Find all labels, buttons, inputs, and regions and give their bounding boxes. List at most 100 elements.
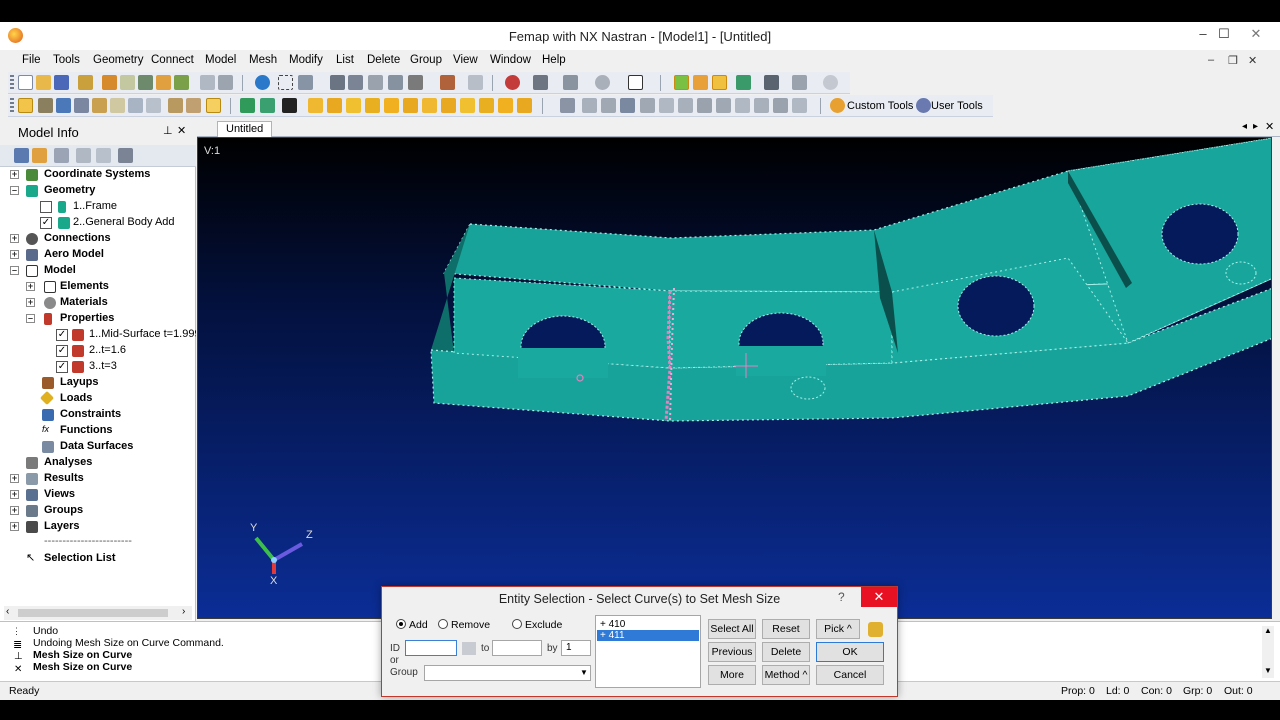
table-icon[interactable] — [620, 98, 635, 113]
post-data-icon[interactable] — [505, 75, 520, 90]
layout-icon[interactable] — [640, 98, 655, 113]
view-options-icon[interactable] — [348, 75, 363, 90]
dialog-help-button[interactable]: ? — [838, 590, 845, 604]
geometry-toolbox-icon[interactable] — [308, 98, 323, 113]
api-icon[interactable] — [92, 98, 107, 113]
mdi-restore-button[interactable]: ❐ — [1228, 54, 1238, 67]
mode-exclude-radio[interactable]: Exclude — [512, 619, 562, 631]
visibility-checkbox[interactable]: ✓ — [40, 217, 52, 229]
grid-icon[interactable] — [764, 75, 779, 90]
menu-connect[interactable]: Connect — [151, 54, 194, 66]
open-folder-icon[interactable] — [36, 75, 51, 90]
menu-view[interactable]: View — [453, 54, 478, 66]
mode-add-radio[interactable]: Add — [396, 619, 428, 631]
tree-tools-icon[interactable] — [118, 148, 133, 163]
scroll-thumb[interactable] — [18, 609, 168, 617]
tab-untitled[interactable]: Untitled — [217, 121, 273, 138]
expand-icon[interactable]: + — [10, 234, 19, 243]
snap-grid-icon[interactable] — [773, 98, 788, 113]
delete-button[interactable]: Delete — [762, 642, 810, 662]
menu-delete[interactable]: Delete — [367, 54, 400, 66]
menu-window[interactable]: Window — [490, 54, 531, 66]
visibility-checkbox[interactable]: ✓ — [56, 361, 68, 373]
solid-icon[interactable] — [346, 98, 361, 113]
import-icon[interactable] — [102, 75, 117, 90]
charting-icon[interactable] — [110, 98, 125, 113]
surface-icon[interactable] — [384, 98, 399, 113]
select-active-icon[interactable] — [674, 75, 689, 90]
more-button[interactable]: More — [708, 665, 756, 685]
pane-icon[interactable] — [186, 98, 201, 113]
scroll-left-icon[interactable]: ‹ — [6, 606, 9, 617]
group-icon[interactable] — [697, 98, 712, 113]
messages-scrollbar[interactable]: ▲ ▼ — [1262, 626, 1274, 678]
menu-model[interactable]: Model — [205, 54, 236, 66]
export-icon[interactable] — [156, 75, 171, 90]
expand-icon[interactable]: + — [10, 506, 19, 515]
text-icon[interactable] — [365, 98, 380, 113]
tab-scroll-right-icon[interactable]: ▸ — [1253, 121, 1258, 132]
expand-icon[interactable]: + — [10, 490, 19, 499]
offset-icon[interactable] — [517, 98, 532, 113]
split-icon[interactable] — [479, 98, 494, 113]
filter-icon[interactable] — [736, 75, 751, 90]
by-input[interactable]: 1 — [561, 640, 591, 656]
volume-icon[interactable] — [403, 98, 418, 113]
dialog-close-button[interactable]: ✕ — [861, 587, 897, 607]
expand-icon[interactable]: + — [26, 298, 35, 307]
snap-icon[interactable] — [712, 75, 727, 90]
visibility-checkbox[interactable] — [40, 201, 52, 213]
selected-ids-list[interactable]: + 410 + 411 — [595, 615, 701, 688]
close-view-icon[interactable] — [823, 75, 838, 90]
tab-close-icon[interactable]: ✕ — [1265, 120, 1274, 133]
connection-editor-icon[interactable] — [128, 98, 143, 113]
viewport-scrollbar[interactable] — [1272, 137, 1280, 619]
order-icon[interactable] — [735, 98, 750, 113]
pointer-icon[interactable] — [868, 622, 883, 637]
dialog-title-bar[interactable]: Entity Selection - Select Curve(s) to Se… — [382, 587, 897, 611]
tree-collapse-icon[interactable] — [96, 148, 111, 163]
analysis-icon[interactable] — [174, 75, 189, 90]
link-icon[interactable] — [78, 75, 93, 90]
analysis-monitor-icon[interactable] — [146, 98, 161, 113]
expand-icon[interactable]: + — [10, 250, 19, 259]
sweep-icon[interactable] — [498, 98, 513, 113]
method-button[interactable]: Method ^ — [762, 665, 810, 685]
menu-help[interactable]: Help — [542, 54, 566, 66]
menu-mesh[interactable]: Mesh — [249, 54, 277, 66]
rotate-icon[interactable] — [255, 75, 270, 90]
collapse-icon[interactable]: – — [10, 266, 19, 275]
user-tools-icon[interactable] — [916, 98, 931, 113]
previous-button[interactable]: Previous — [708, 642, 756, 662]
arrange-icon[interactable] — [659, 98, 674, 113]
mesh-size-icon[interactable] — [260, 98, 275, 113]
messages-pin-icon[interactable]: ⊥ — [14, 651, 23, 662]
trim-icon[interactable] — [441, 98, 456, 113]
expand-icon[interactable]: + — [10, 170, 19, 179]
data-table-icon[interactable] — [56, 98, 71, 113]
geometry-icon[interactable] — [120, 75, 135, 90]
new-file-icon[interactable] — [18, 75, 33, 90]
workplane-icon[interactable] — [792, 75, 807, 90]
mode-remove-radio[interactable]: Remove — [438, 619, 490, 631]
ok-button[interactable]: OK — [816, 642, 884, 662]
ungroup-icon[interactable] — [716, 98, 731, 113]
collapse-icon[interactable]: – — [26, 314, 35, 323]
reset-button[interactable]: Reset — [762, 619, 810, 639]
close-button[interactable]: ✕ — [1244, 26, 1268, 42]
to-input[interactable] — [492, 640, 542, 656]
tree-expand-icon[interactable] — [76, 148, 91, 163]
views-icon[interactable] — [388, 75, 403, 90]
toolbar-grip[interactable] — [10, 98, 14, 114]
program-file-icon[interactable] — [168, 98, 183, 113]
menu-modify[interactable]: Modify — [289, 54, 323, 66]
expand-icon[interactable]: + — [26, 282, 35, 291]
pick-button[interactable]: Pick ^ — [816, 619, 860, 639]
toolbar-grip[interactable] — [10, 75, 14, 91]
pencil-icon[interactable] — [693, 75, 708, 90]
tree-folder-icon[interactable] — [32, 148, 47, 163]
deform-icon[interactable] — [533, 75, 548, 90]
print-preview-icon[interactable] — [200, 75, 215, 90]
zoom-icon[interactable] — [298, 75, 313, 90]
collapse-icon[interactable]: – — [10, 186, 19, 195]
